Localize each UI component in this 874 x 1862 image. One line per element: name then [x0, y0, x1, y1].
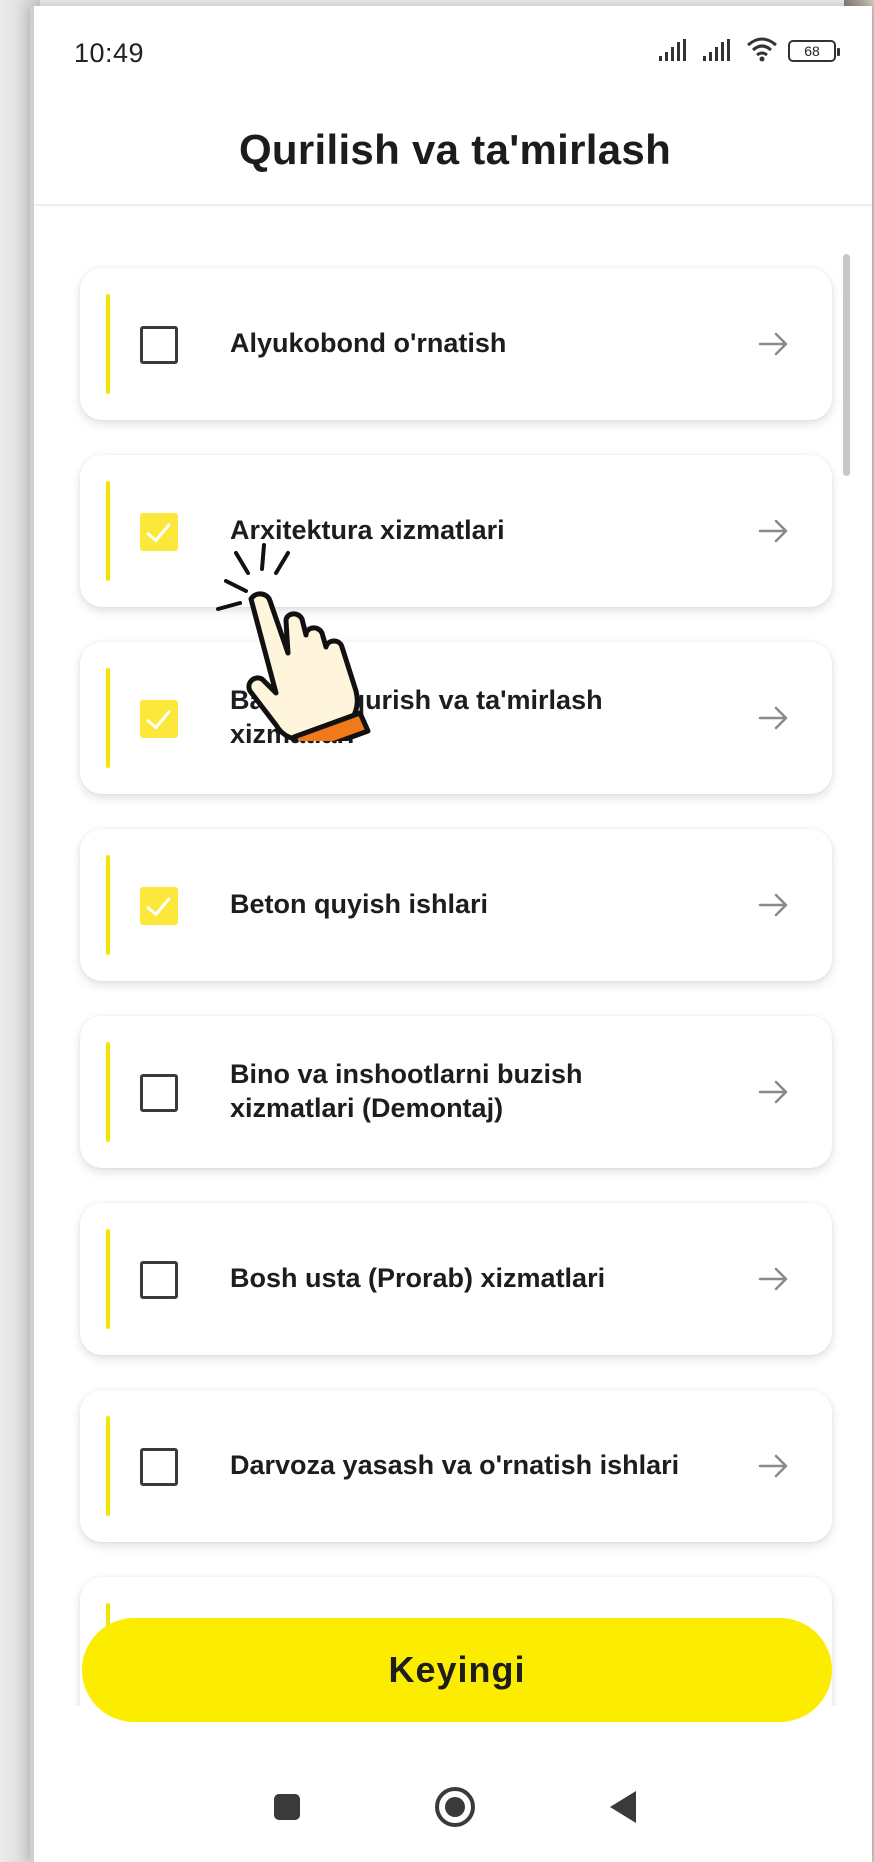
arrow-right-icon[interactable] — [754, 1072, 794, 1112]
service-item[interactable]: Bosh usta (Prorab) xizmatlari — [80, 1203, 832, 1355]
service-checkbox[interactable] — [140, 887, 178, 925]
nav-home-button[interactable] — [431, 1783, 479, 1831]
service-label: Basseyn qurish va ta'mirlash xizmatlari — [230, 685, 603, 749]
next-button[interactable]: Keyingi — [82, 1618, 832, 1722]
nav-recent-button[interactable] — [263, 1783, 311, 1831]
service-list[interactable]: Alyukobond o'rnatish Arxitektura xizmatl… — [34, 206, 872, 1706]
arrow-right-icon[interactable] — [754, 1259, 794, 1299]
service-label: Bosh usta (Prorab) xizmatlari — [230, 1263, 606, 1294]
wifi-icon — [747, 37, 777, 62]
status-time: 10:49 — [74, 38, 145, 68]
signal-icon — [659, 39, 686, 61]
battery-icon: 68 — [788, 40, 840, 62]
triangle-back-icon — [610, 1790, 636, 1823]
service-label: Darvoza yasash va o'rnatish ishlari — [230, 1450, 680, 1481]
arrow-right-icon[interactable] — [754, 1446, 794, 1486]
card-accent-line — [106, 481, 110, 581]
system-nav-bar — [34, 1751, 872, 1862]
circle-icon — [435, 1786, 475, 1827]
header: Qurilish va ta'mirlash — [34, 96, 872, 206]
service-item[interactable]: Alyukobond o'rnatish — [80, 268, 832, 420]
arrow-right-icon[interactable] — [754, 324, 794, 364]
service-item[interactable]: Beton quyish ishlari — [80, 829, 832, 981]
arrow-right-icon[interactable] — [754, 511, 794, 551]
card-accent-line — [106, 1042, 110, 1142]
service-label: Bino va inshootlarni buzish xizmatlari (… — [230, 1059, 583, 1123]
status-bar: 10:49 68 — [34, 6, 872, 96]
card-accent-line — [106, 855, 110, 955]
signal-icon-2 — [703, 39, 730, 61]
service-label: Beton quyish ishlari — [230, 889, 489, 920]
status-icons: 68 — [658, 36, 840, 62]
page-title: Qurilish va ta'mirlash — [238, 126, 672, 173]
card-accent-line — [106, 1229, 110, 1329]
service-item[interactable]: Arxitektura xizmatlari — [80, 455, 832, 607]
square-icon — [274, 1793, 300, 1820]
service-checkbox[interactable] — [140, 513, 178, 551]
arrow-right-icon[interactable] — [754, 885, 794, 925]
service-checkbox[interactable] — [140, 1448, 178, 1486]
service-item[interactable]: Darvoza yasash va o'rnatish ishlari — [80, 1390, 832, 1542]
service-item[interactable]: Basseyn qurish va ta'mirlash xizmatlari — [80, 642, 832, 794]
service-label: Arxitektura xizmatlari — [230, 515, 505, 546]
service-checkbox[interactable] — [140, 1261, 178, 1299]
service-item[interactable]: Bino va inshootlarni buzish xizmatlari (… — [80, 1016, 832, 1168]
arrow-right-icon[interactable] — [754, 698, 794, 738]
nav-back-button[interactable] — [599, 1783, 647, 1831]
card-accent-line — [106, 294, 110, 394]
card-accent-line — [106, 1416, 110, 1516]
service-checkbox[interactable] — [140, 326, 178, 364]
service-checkbox[interactable] — [140, 1074, 178, 1112]
battery-level: 68 — [804, 43, 820, 59]
phone-screen: 10:49 68 Qurilish va ta'mirlash Alyukobo… — [30, 6, 872, 1862]
scrollbar[interactable] — [843, 254, 850, 476]
service-checkbox[interactable] — [140, 700, 178, 738]
service-label: Alyukobond o'rnatish — [230, 328, 507, 359]
card-accent-line — [106, 668, 110, 768]
